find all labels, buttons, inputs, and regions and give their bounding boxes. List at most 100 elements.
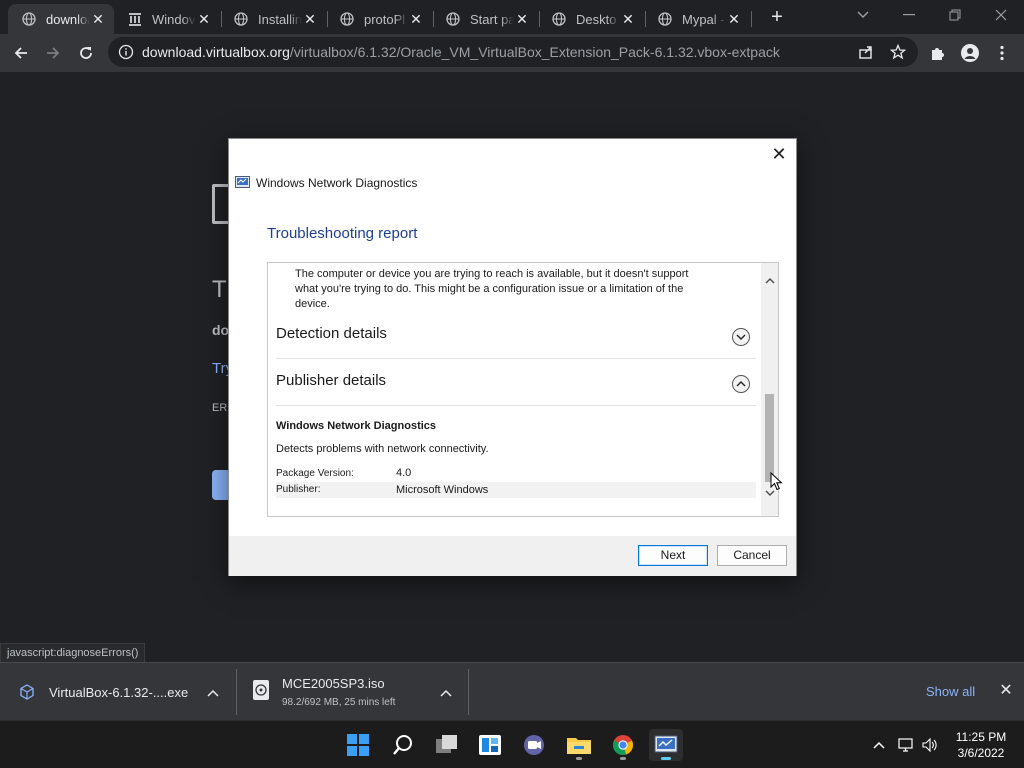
collapse-chevron-icon[interactable] <box>732 375 750 393</box>
iso-file-icon <box>252 679 270 701</box>
restore-icon[interactable] <box>942 4 968 26</box>
publisher-value: Microsoft Windows <box>396 484 489 496</box>
tab-search-icon[interactable] <box>850 4 876 26</box>
virtualbox-icon <box>19 684 35 700</box>
minimize-icon[interactable] <box>896 4 922 26</box>
globe-icon <box>551 11 567 27</box>
link-status-bubble: javascript:diagnoseErrors() <box>0 643 146 663</box>
publisher-package-name: Windows Network Diagnostics <box>276 420 437 432</box>
running-indicator <box>620 757 626 760</box>
dialog-close-button[interactable]: ✕ <box>768 143 790 165</box>
show-hidden-icons-chevron-icon[interactable] <box>871 737 887 753</box>
widgets-icon[interactable] <box>473 729 507 761</box>
tab-strip: downloa ✕ Windov ✕ Installin ✕ protoPl ✕… <box>0 0 1024 34</box>
tab-close-icon[interactable]: ✕ <box>726 11 742 27</box>
expand-chevron-icon[interactable] <box>732 328 750 346</box>
browser-toolbar: download.virtualbox.org/virtualbox/6.1.3… <box>0 34 1024 72</box>
globe-icon <box>21 11 37 27</box>
bookmark-star-icon[interactable] <box>886 40 910 64</box>
download-menu-chevron-icon[interactable] <box>205 685 221 701</box>
dialog-title: Windows Network Diagnostics <box>256 176 418 190</box>
close-shelf-icon[interactable]: ✕ <box>998 683 1014 699</box>
task-view-icon[interactable] <box>430 729 464 761</box>
dialog-button-bar: Next Cancel <box>229 536 796 576</box>
tab-installing[interactable]: Installin ✕ <box>220 4 326 34</box>
download-menu-chevron-icon[interactable] <box>438 685 454 701</box>
url-host: download.virtualbox.org <box>142 44 290 60</box>
tab-downloads[interactable]: downloa ✕ <box>8 4 114 34</box>
download-item[interactable]: MCE2005SP3.iso 98.2/692 MB, 25 mins left <box>237 663 468 721</box>
scroll-up-arrow-icon[interactable] <box>764 275 776 287</box>
download-filename: MCE2005SP3.iso <box>282 676 385 691</box>
tab-desktop[interactable]: Deskto ✕ <box>538 4 644 34</box>
download-progress-text: 98.2/692 MB, 25 mins left <box>282 697 396 708</box>
publisher-details-section[interactable]: Publisher details <box>276 360 756 406</box>
address-bar[interactable]: download.virtualbox.org/virtualbox/6.1.3… <box>108 37 918 67</box>
url-text: download.virtualbox.org/virtualbox/6.1.3… <box>142 44 780 60</box>
tab-title: Installin <box>258 11 302 27</box>
tab-close-icon[interactable]: ✕ <box>620 11 636 27</box>
tab-separator <box>539 11 540 27</box>
tab-close-icon[interactable]: ✕ <box>302 11 318 27</box>
network-diagnostics-icon <box>235 176 250 189</box>
reload-icon[interactable] <box>74 41 98 65</box>
search-icon[interactable] <box>386 729 420 761</box>
tab-close-icon[interactable]: ✕ <box>408 11 424 27</box>
extensions-puzzle-icon[interactable] <box>926 41 950 65</box>
new-tab-button[interactable]: + <box>766 7 788 29</box>
scrollbar-thumb[interactable] <box>765 394 774 482</box>
tab-separator <box>645 11 646 27</box>
tab-title: Start pa <box>470 11 514 27</box>
site-info-icon[interactable] <box>118 44 134 60</box>
running-indicator <box>576 757 582 760</box>
tab-close-icon[interactable]: ✕ <box>514 11 530 27</box>
problem-description: The computer or device you are trying to… <box>295 268 689 310</box>
tab-close-icon[interactable]: ✕ <box>196 11 212 27</box>
clock-time[interactable]: 11:25 PM <box>955 730 1007 744</box>
show-all-downloads-link[interactable]: Show all <box>926 684 975 699</box>
window-close-icon[interactable] <box>988 4 1014 26</box>
next-button[interactable]: Next <box>638 545 708 566</box>
menu-kebab-icon[interactable] <box>990 41 1014 65</box>
globe-icon <box>445 11 461 27</box>
tab-title: Deskto <box>576 11 617 27</box>
report-scroll-panel[interactable]: The computer or device you are trying to… <box>267 262 779 517</box>
network-diagnostics-dialog: ✕ Windows Network Diagnostics Troublesho… <box>228 138 797 576</box>
network-diagnostics-taskbar-icon[interactable] <box>649 729 683 761</box>
volume-icon[interactable] <box>922 737 938 753</box>
network-icon[interactable] <box>898 737 914 753</box>
tab-title: protoPl <box>364 11 406 27</box>
download-separator <box>468 669 469 715</box>
detection-details-section[interactable]: Detection details <box>276 313 756 359</box>
tab-title: Mypal - <box>682 11 725 27</box>
publisher-label: Publisher: <box>276 484 321 495</box>
package-version-value: 4.0 <box>396 467 412 479</box>
tab-close-icon[interactable]: ✕ <box>90 11 106 27</box>
cancel-button[interactable]: Cancel <box>717 545 787 566</box>
tab-windows[interactable]: Windov ✕ <box>114 4 220 34</box>
globe-icon <box>339 11 355 27</box>
clock-date[interactable]: 3/6/2022 <box>955 746 1007 760</box>
tab-start-page[interactable]: Start pa ✕ <box>432 4 538 34</box>
forward-arrow-icon[interactable] <box>41 41 65 65</box>
report-heading: Troubleshooting report <box>267 225 418 242</box>
chrome-icon[interactable] <box>606 729 640 761</box>
back-arrow-icon[interactable] <box>9 41 33 65</box>
share-icon[interactable] <box>854 40 878 64</box>
tab-title: downloa <box>46 11 90 27</box>
museum-icon <box>127 11 143 27</box>
start-icon[interactable] <box>341 729 375 761</box>
windows-taskbar: 11:25 PM 3/6/2022 <box>0 720 1024 768</box>
download-item[interactable]: VirtualBox-6.1.32-....exe <box>0 663 236 721</box>
publisher-row <box>276 482 756 498</box>
tab-protopl[interactable]: protoPl ✕ <box>326 4 432 34</box>
chat-icon[interactable] <box>517 729 551 761</box>
file-explorer-icon[interactable] <box>562 729 596 761</box>
section-title: Publisher details <box>276 372 387 389</box>
globe-icon <box>233 11 249 27</box>
running-indicator <box>661 757 671 760</box>
package-version-label: Package Version: <box>276 468 354 479</box>
error-host: do <box>212 322 230 338</box>
tab-mypal[interactable]: Mypal - ✕ <box>644 4 750 34</box>
profile-avatar-icon[interactable] <box>958 41 982 65</box>
